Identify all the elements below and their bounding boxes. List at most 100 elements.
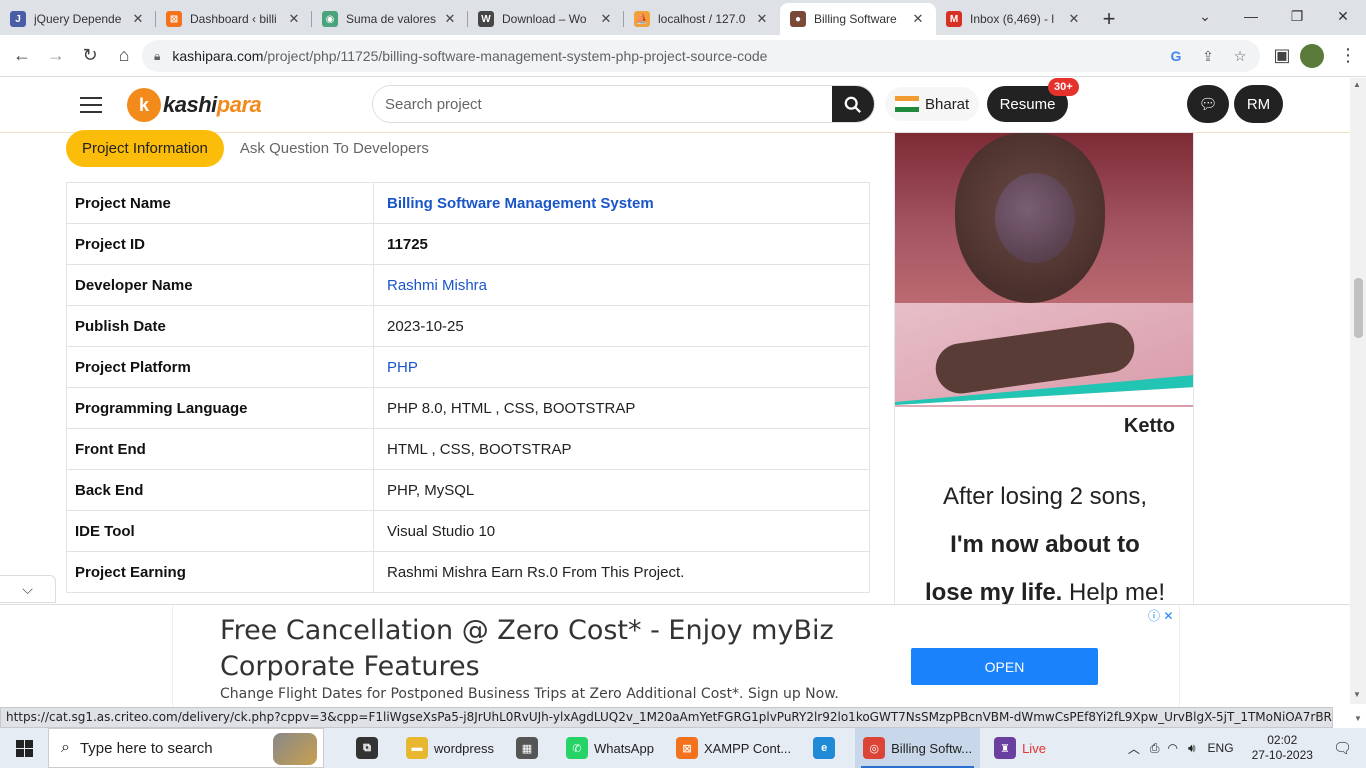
browser-tab-strip: JjQuery Depende ✕ ⊠ Dashboard ‹ billi ✕ ◉ Suma… <box>0 0 1366 35</box>
kashipara-logo[interactable]: k kashipara <box>127 86 262 124</box>
row-value[interactable]: Rashmi Mishra <box>373 264 870 306</box>
home-icon[interactable]: ⌂ <box>108 40 140 72</box>
close-tab-icon[interactable]: ✕ <box>1066 11 1082 27</box>
browser-tab[interactable]: ● Billing Software ✕ <box>780 3 936 35</box>
table-row: Project Earning Rashmi Mishra Earn Rs.0 F… <box>66 551 870 593</box>
chevron-down-icon: ⌵ <box>22 580 33 597</box>
speaker-icon[interactable]: 🔊︎ <box>1188 741 1196 756</box>
table-row: Publish Date 2023-10-25 <box>66 305 870 347</box>
browser-tab[interactable]: JjQuery Depende ✕ <box>0 3 156 35</box>
browser-tab[interactable]: W Download – Wo ✕ <box>468 3 624 35</box>
browser-tab[interactable]: ◉ Suma de valores ✕ <box>312 3 468 35</box>
google-lens-icon[interactable]: G <box>1166 46 1186 66</box>
url-text[interactable]: kashipara.com/project/php/11725/billing-… <box>172 48 767 64</box>
link-status-bar: https://cat.sg1.as.criteo.com/delivery/c… <box>0 707 1333 728</box>
language-indicator[interactable]: ENG <box>1208 741 1234 755</box>
windows-taskbar: ⌕ Type here to search ⧉ ▬ wordpress ▦ ✆ Whats… <box>0 728 1366 768</box>
row-label: Publish Date <box>66 305 374 347</box>
start-button[interactable] <box>0 728 48 768</box>
close-tab-icon[interactable]: ✕ <box>598 11 614 27</box>
close-window-button[interactable]: ✕ <box>1320 0 1366 32</box>
address-toolbar: ← → ↻ ⌂ 🔒︎ kashipara.com/project/php/117… <box>0 35 1366 77</box>
taskbar-app[interactable]: e <box>805 728 849 768</box>
project-search <box>372 85 875 123</box>
ad-open-button[interactable]: OPEN <box>911 648 1098 685</box>
user-avatar-button[interactable]: RM <box>1234 85 1283 123</box>
wifi-icon[interactable]: ◠ <box>1168 741 1178 755</box>
taskbar-app[interactable]: ▦ <box>508 728 552 768</box>
close-tab-icon[interactable]: ✕ <box>754 11 770 27</box>
taskbar-app[interactable]: ▬ wordpress <box>398 728 502 768</box>
app-icon: ♜ <box>994 737 1017 759</box>
tab-search-icon[interactable]: ⌄ <box>1182 0 1228 32</box>
minimize-button[interactable]: — <box>1228 0 1274 32</box>
ad-copy: After losing 2 sons, I'm now about to lo… <box>924 483 1166 604</box>
app-icon: ⊠ <box>675 737 698 759</box>
search-input[interactable] <box>373 86 832 122</box>
tab-favicon-icon: ⛵ <box>634 11 650 27</box>
close-tab-icon[interactable]: ✕ <box>442 11 458 27</box>
restore-button[interactable]: ❐ <box>1274 0 1320 32</box>
forward-icon[interactable]: → <box>40 40 72 72</box>
lock-icon[interactable]: 🔒︎ <box>154 49 160 64</box>
taskbar-search[interactable]: ⌕ Type here to search <box>48 728 324 768</box>
new-tab-button[interactable]: + <box>1092 3 1126 35</box>
tab-favicon-icon: M <box>946 11 962 27</box>
table-row: Project ID 11725 <box>66 223 870 265</box>
bottom-banner-ad[interactable]: Free Cancellation @ Zero Cost* - Enjoy m… <box>0 604 1350 707</box>
chat-button[interactable]: 💬︎ <box>1187 85 1229 123</box>
close-tab-icon[interactable]: ✕ <box>910 11 926 27</box>
collapse-ad-button[interactable]: ⌵ <box>0 575 56 603</box>
browser-tab[interactable]: ⊠ Dashboard ‹ billi ✕ <box>156 3 312 35</box>
row-label: Front End <box>66 428 374 470</box>
row-value[interactable]: PHP <box>373 346 870 388</box>
row-value[interactable]: Billing Software Management System <box>373 182 870 224</box>
close-tab-icon[interactable]: ✕ <box>130 11 146 27</box>
search-button[interactable] <box>832 86 874 122</box>
row-label: Project Earning <box>66 551 374 593</box>
browser-tab[interactable]: M Inbox (6,469) - l ✕ <box>936 3 1092 35</box>
app-icon: ✆ <box>565 737 588 759</box>
table-row: IDE Tool Visual Studio 10 <box>66 510 870 552</box>
profile-avatar[interactable] <box>1300 44 1324 68</box>
browser-tab[interactable]: ⛵ localhost / 127.0 ✕ <box>624 3 780 35</box>
back-icon[interactable]: ← <box>6 40 38 72</box>
taskbar-app[interactable]: ♜ Live <box>986 728 1054 768</box>
table-row: Developer Name Rashmi Mishra <box>66 264 870 306</box>
side-advertisement[interactable]: Ketto After losing 2 sons, I'm now about… <box>894 132 1194 604</box>
bookmark-star-icon[interactable]: ☆ <box>1230 46 1250 66</box>
row-value: 2023-10-25 <box>373 305 870 347</box>
ad-photo <box>895 133 1193 407</box>
tab-ask-question[interactable]: Ask Question To Developers <box>240 140 429 157</box>
taskbar-app[interactable]: ⧉ <box>348 728 392 768</box>
clock[interactable]: 02:02 27-10-2023 <box>1252 733 1313 763</box>
hamburger-menu-icon[interactable] <box>80 97 102 115</box>
ad-brand-logo: Ketto <box>1123 415 1175 437</box>
chevron-up-icon[interactable]: ︿ <box>1128 740 1140 757</box>
country-selector[interactable]: Bharat <box>885 87 980 121</box>
omnibox[interactable]: 🔒︎ kashipara.com/project/php/11725/billi… <box>142 40 1260 72</box>
close-tab-icon[interactable]: ✕ <box>286 11 302 27</box>
reload-icon[interactable]: ↻ <box>74 40 106 72</box>
search-highlight-image <box>273 733 317 765</box>
chat-bubble-icon: 💬︎ <box>1198 96 1218 113</box>
ad-choices-close-icon[interactable]: ⓘ ✕ <box>1148 607 1173 624</box>
row-label: Project Platform <box>66 346 374 388</box>
taskbar-app[interactable]: ◎ Billing Softw... <box>855 728 981 768</box>
taskbar-app[interactable]: ✆ WhatsApp <box>558 728 662 768</box>
side-panel-icon[interactable]: ▣ <box>1266 40 1298 72</box>
tab-project-information[interactable]: Project Information <box>66 129 224 167</box>
ad-headline[interactable]: Free Cancellation @ Zero Cost* - Enjoy m… <box>220 613 860 685</box>
page-scrollbar[interactable]: ▲ ▼ <box>1350 78 1366 704</box>
tab-favicon-icon: ◉ <box>322 11 338 27</box>
logo-tiger-icon: k <box>127 88 161 122</box>
search-icon: ⌕ <box>61 739 70 756</box>
menu-kebab-icon[interactable]: ⋮ <box>1332 40 1364 72</box>
notification-icon[interactable]: 🗨︎ <box>1333 739 1352 757</box>
taskbar-app[interactable]: ⊠ XAMPP Cont... <box>668 728 799 768</box>
table-row: Project Platform PHP <box>66 346 870 388</box>
share-icon[interactable]: ⇪ <box>1198 46 1218 66</box>
tab-favicon-icon: J <box>10 11 26 27</box>
row-value: PHP, MySQL <box>373 469 870 511</box>
network-icon[interactable]: ⎙ <box>1150 741 1160 756</box>
